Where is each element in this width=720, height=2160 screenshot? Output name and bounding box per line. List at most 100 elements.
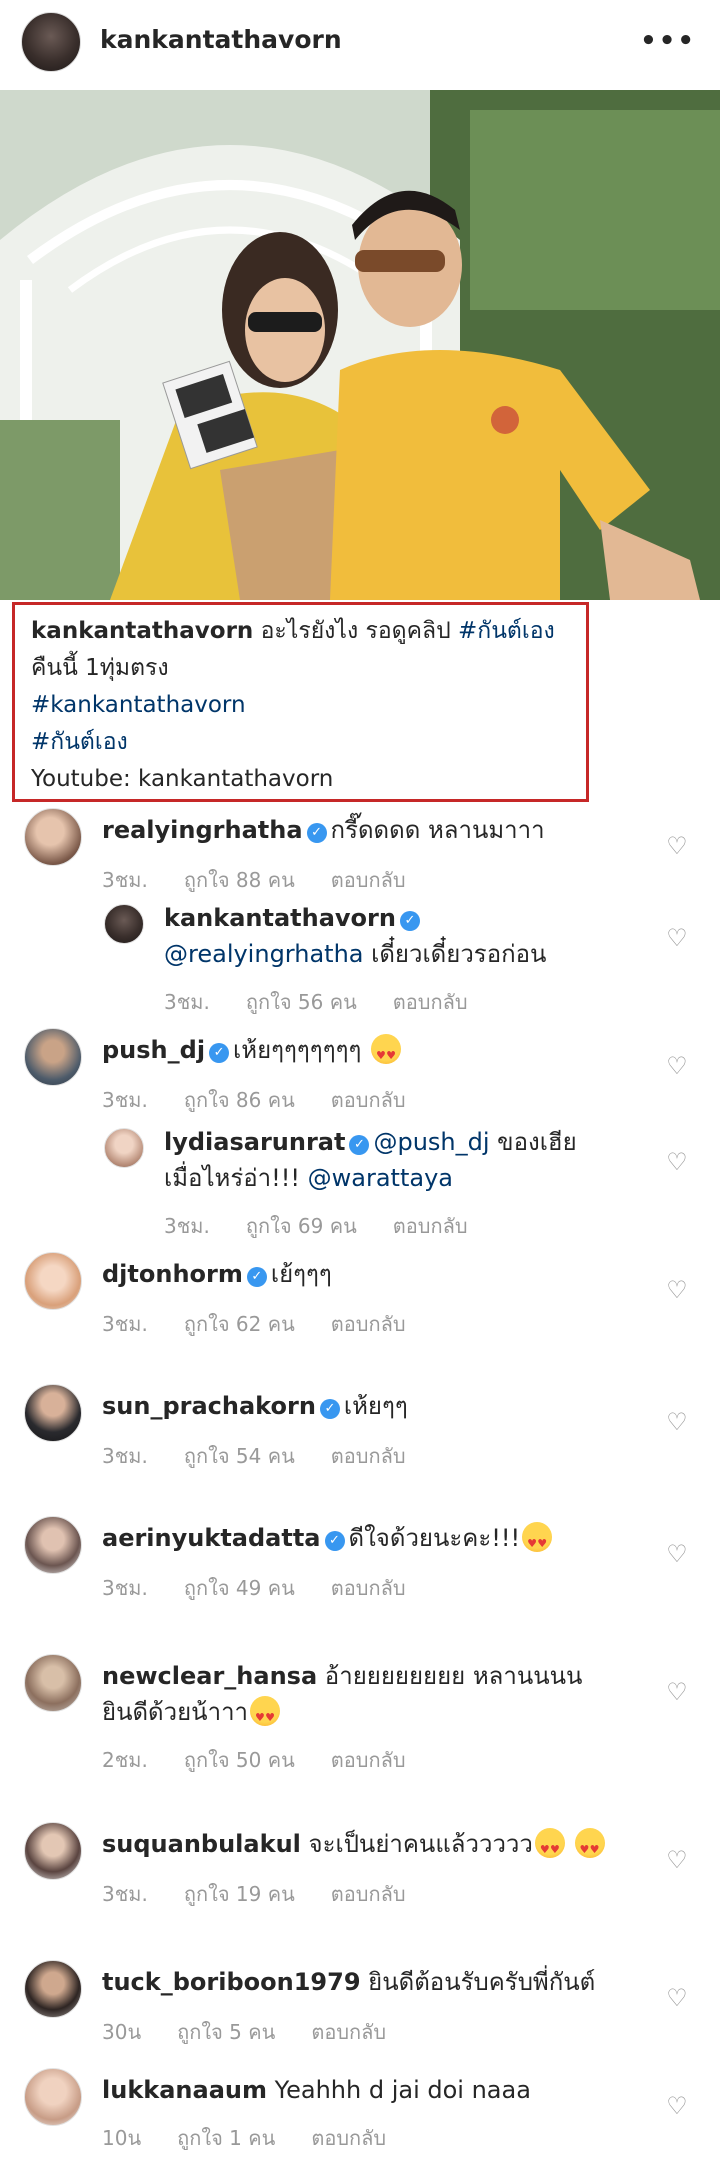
comment-time: 3ชม.	[102, 1312, 148, 1336]
reply-button[interactable]: ตอบกลับ	[311, 2126, 386, 2150]
comment-username[interactable]: tuck_boriboon1979	[102, 1968, 361, 1996]
comment-time: 3ชม.	[164, 1214, 210, 1238]
avatar[interactable]	[24, 1384, 82, 1442]
reply-button[interactable]: ตอบกลับ	[311, 2020, 386, 2044]
comment-mention-2[interactable]: @warattaya	[308, 1164, 453, 1192]
more-options-icon[interactable]: •••	[640, 26, 696, 56]
verified-badge-icon: ✓	[319, 1399, 340, 1419]
reply-button[interactable]: ตอบกลับ	[331, 1312, 406, 1336]
reply-button[interactable]: ตอบกลับ	[393, 1214, 468, 1238]
comment-username[interactable]: lydiasarunrat	[164, 1128, 345, 1156]
reply-button[interactable]: ตอบกลับ	[331, 868, 406, 892]
comment-text-2: ยินดีด้วยน้าาา	[102, 1698, 249, 1726]
caption-youtube: Youtube: kankantathavorn	[31, 766, 334, 792]
reply-button[interactable]: ตอบกลับ	[331, 1748, 406, 1772]
caption-text: อะไรยังไง รอดูคลิป	[260, 618, 451, 644]
comment-username[interactable]: realyingrhatha	[102, 816, 303, 844]
comment-likes[interactable]: ถูกใจ 69 คน	[246, 1214, 357, 1238]
heart-outline-icon[interactable]: ♡	[664, 1986, 690, 2010]
comment-time: 3ชม.	[102, 1882, 148, 1906]
reply-button[interactable]: ตอบกลับ	[331, 1444, 406, 1468]
comment-likes[interactable]: ถูกใจ 56 คน	[246, 990, 357, 1014]
comment-username[interactable]: djtonhorm	[102, 1260, 243, 1288]
comment-likes[interactable]: ถูกใจ 88 คน	[184, 868, 295, 892]
comment-username[interactable]: suquanbulakul	[102, 1830, 301, 1858]
comment-time: 3ชม.	[102, 868, 148, 892]
avatar[interactable]	[24, 1822, 82, 1880]
comment-likes[interactable]: ถูกใจ 54 คน	[184, 1444, 295, 1468]
caption-line-2: คืนนี้ 1ทุ่มตรง	[31, 655, 169, 681]
comment-text: Yeahhh d jai doi naaa	[274, 2076, 531, 2104]
heart-outline-icon[interactable]: ♡	[664, 1278, 690, 1302]
post-photo[interactable]	[0, 90, 720, 600]
comment-text: อ้ายยยยยยยย หลานนนน	[324, 1662, 583, 1690]
comment-mention[interactable]: @realyingrhatha	[164, 940, 364, 968]
avatar[interactable]	[24, 1960, 82, 2018]
heart-eyes-emoji-icon	[534, 1828, 565, 1868]
caption-username[interactable]: kankantathavorn	[31, 618, 253, 644]
comment-text: เย้ๆๆๆ	[270, 1260, 332, 1288]
heart-outline-icon[interactable]: ♡	[664, 926, 690, 950]
avatar[interactable]	[24, 1252, 82, 1310]
avatar[interactable]	[24, 1516, 82, 1574]
heart-outline-icon[interactable]: ♡	[664, 1542, 690, 1566]
comment-likes[interactable]: ถูกใจ 1 คน	[177, 2126, 275, 2150]
comment-username[interactable]: aerinyuktadatta	[102, 1524, 321, 1552]
post-header: kankantathavorn •••	[0, 0, 720, 86]
comment-text: เห้ยๆๆๆๆๆๆๆ	[233, 1036, 362, 1064]
caption-hashtag-kankantathavorn[interactable]: #kankantathavorn	[31, 687, 572, 724]
heart-outline-icon[interactable]: ♡	[664, 1410, 690, 1434]
comment-time: 3ชม.	[102, 1088, 148, 1112]
comment-text: เห้ยๆๆ	[343, 1392, 408, 1420]
comment-username[interactable]: push_dj	[102, 1036, 205, 1064]
comment-likes[interactable]: ถูกใจ 5 คน	[177, 2020, 275, 2044]
avatar[interactable]	[104, 904, 144, 944]
verified-badge-icon: ✓	[209, 1043, 230, 1063]
heart-outline-icon[interactable]: ♡	[664, 1848, 690, 1872]
comment-text: ดีใจด้วยนะคะ!!!	[348, 1524, 521, 1552]
comment-text: ของเฮีย	[497, 1128, 577, 1156]
post-photo-illustration	[0, 90, 720, 600]
heart-outline-icon[interactable]: ♡	[664, 1680, 690, 1704]
heart-outline-icon[interactable]: ♡	[664, 2094, 690, 2118]
comment-likes[interactable]: ถูกใจ 49 คน	[184, 1576, 295, 1600]
post-caption: kankantathavorn อะไรยังไง รอดูคลิป #กันต…	[12, 602, 589, 802]
avatar[interactable]	[104, 1128, 144, 1168]
comment-likes[interactable]: ถูกใจ 50 คน	[184, 1748, 295, 1772]
post-username[interactable]: kankantathavorn	[100, 25, 342, 54]
heart-eyes-emoji-icon	[522, 1522, 553, 1562]
comment-time: 30น	[102, 2020, 142, 2044]
avatar[interactable]	[24, 1028, 82, 1086]
reply-button[interactable]: ตอบกลับ	[331, 1882, 406, 1906]
heart-eyes-emoji-icon	[250, 1696, 281, 1736]
verified-badge-icon: ✓	[324, 1531, 345, 1551]
avatar[interactable]	[24, 808, 82, 866]
comment-time: 2ชม.	[102, 1748, 148, 1772]
comment-text: เดี๋ยวเดี๋ยวรอก่อน	[371, 940, 547, 968]
comment-username[interactable]: kankantathavorn	[164, 904, 396, 932]
comment-likes[interactable]: ถูกใจ 19 คน	[184, 1882, 295, 1906]
comment-likes[interactable]: ถูกใจ 62 คน	[184, 1312, 295, 1336]
comment-username[interactable]: newclear_hansa	[102, 1662, 317, 1690]
heart-eyes-emoji-icon	[371, 1034, 402, 1074]
comment-time: 3ชม.	[102, 1576, 148, 1600]
comment-time: 3ชม.	[164, 990, 210, 1014]
heart-outline-icon[interactable]: ♡	[664, 1150, 690, 1174]
reply-button[interactable]: ตอบกลับ	[393, 990, 468, 1014]
caption-line-1: kankantathavorn อะไรยังไง รอดูคลิป #กันต…	[31, 613, 572, 650]
heart-outline-icon[interactable]: ♡	[664, 1054, 690, 1078]
comment-username[interactable]: lukkanaaum	[102, 2076, 267, 2104]
profile-avatar[interactable]	[21, 12, 81, 72]
avatar[interactable]	[24, 1654, 82, 1712]
avatar[interactable]	[24, 2068, 82, 2126]
caption-hashtag[interactable]: #กันต์เอง	[458, 618, 555, 644]
comment-mention[interactable]: @push_dj	[373, 1128, 489, 1156]
comment-time: 3ชม.	[102, 1444, 148, 1468]
comment-likes[interactable]: ถูกใจ 86 คน	[184, 1088, 295, 1112]
caption-hashtag-kanaeng[interactable]: #กันต์เอง	[31, 724, 572, 761]
comment-text: จะเป็นย่าคนแล้ววววว	[308, 1830, 533, 1858]
reply-button[interactable]: ตอบกลับ	[331, 1576, 406, 1600]
heart-outline-icon[interactable]: ♡	[664, 834, 690, 858]
reply-button[interactable]: ตอบกลับ	[331, 1088, 406, 1112]
comment-username[interactable]: sun_prachakorn	[102, 1392, 316, 1420]
